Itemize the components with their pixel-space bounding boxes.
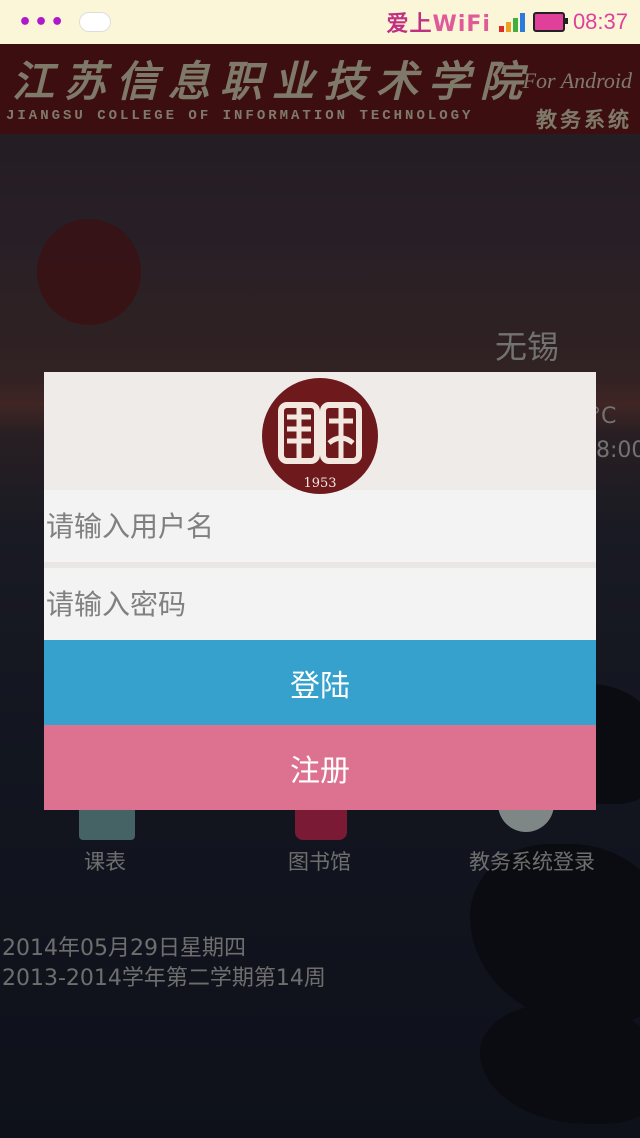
register-button-label: 注册 (290, 753, 350, 789)
signal-icon (498, 12, 525, 32)
login-dialog: 1953 登陆 注册 (44, 372, 596, 810)
password-input[interactable] (44, 568, 596, 640)
register-button[interactable]: 注册 (44, 725, 596, 810)
cloud-icon (80, 13, 111, 31)
battery-charging-icon (532, 12, 568, 32)
wifi-brand: 爱上WiFi (386, 12, 491, 37)
password-field-row (44, 568, 596, 640)
username-input[interactable] (44, 490, 596, 562)
college-seal-logo: 1953 (262, 378, 378, 494)
seal-year: 1953 (303, 476, 336, 491)
login-button-label: 登陆 (290, 668, 350, 704)
username-field-row (44, 490, 596, 562)
clock: 08:37 (572, 9, 628, 34)
status-bar: ••• 爱上WiFi 08:37 (0, 0, 640, 44)
menu-dots-icon: ••• (18, 9, 67, 35)
login-button[interactable]: 登陆 (44, 640, 596, 725)
dialog-header: 1953 (44, 372, 596, 494)
